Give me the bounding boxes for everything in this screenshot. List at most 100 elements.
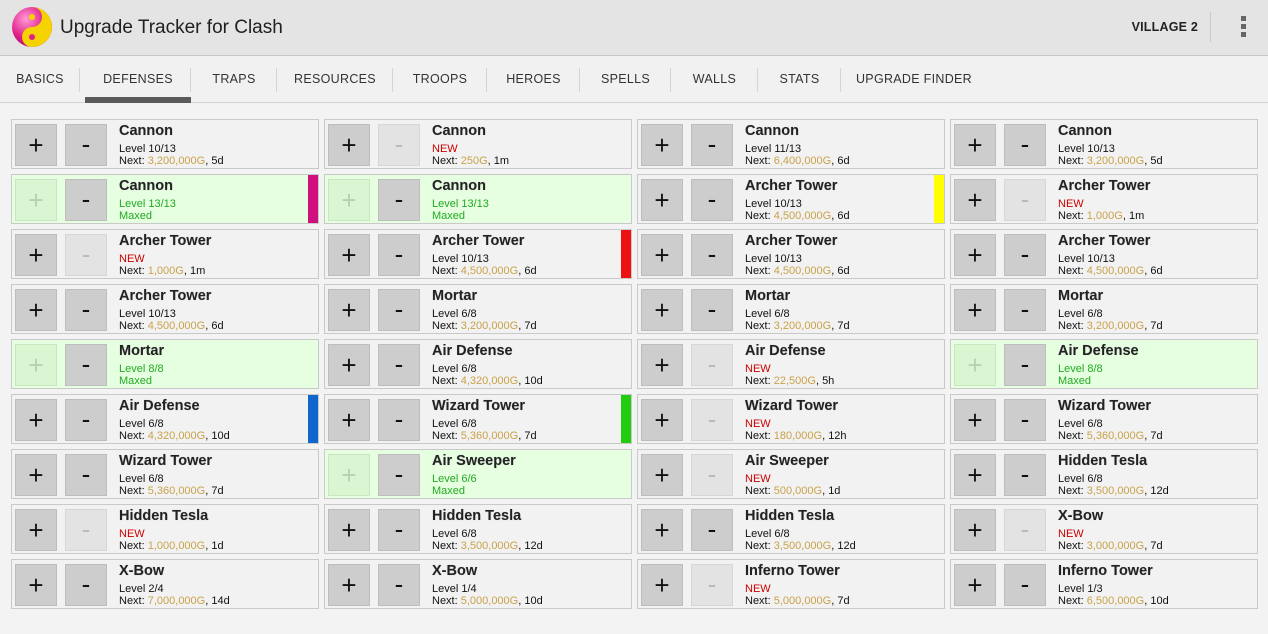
increase-level-button[interactable]: + bbox=[328, 289, 370, 331]
decrease-level-button[interactable]: - bbox=[691, 454, 733, 496]
decrease-level-button[interactable]: - bbox=[691, 289, 733, 331]
village-selector[interactable]: VILLAGE 2 bbox=[1132, 20, 1198, 34]
app-logo-icon[interactable] bbox=[11, 6, 53, 48]
increase-level-button[interactable]: + bbox=[954, 289, 996, 331]
decrease-level-button[interactable]: - bbox=[691, 564, 733, 606]
upgrade-cost: 250G bbox=[460, 155, 488, 167]
decrease-level-button[interactable]: - bbox=[65, 454, 107, 496]
upgrade-time: 1m bbox=[189, 265, 206, 277]
next-label: Next: bbox=[119, 155, 148, 167]
increase-level-button[interactable]: + bbox=[328, 179, 370, 221]
decrease-level-button[interactable]: - bbox=[378, 234, 420, 276]
decrease-level-button[interactable]: - bbox=[1004, 179, 1046, 221]
tab-walls[interactable]: WALLS bbox=[671, 56, 758, 102]
increase-level-button[interactable]: + bbox=[15, 399, 57, 441]
upgrade-cost: 6,400,000G bbox=[773, 155, 832, 167]
increase-level-button[interactable]: + bbox=[15, 454, 57, 496]
upgrade-cost: 3,000,000G bbox=[1086, 540, 1145, 552]
decrease-level-button[interactable]: - bbox=[691, 179, 733, 221]
decrease-level-button[interactable]: - bbox=[378, 124, 420, 166]
increase-level-button[interactable]: + bbox=[954, 179, 996, 221]
increase-level-button[interactable]: + bbox=[641, 454, 683, 496]
decrease-level-button[interactable]: - bbox=[691, 399, 733, 441]
increase-level-button[interactable]: + bbox=[954, 124, 996, 166]
decrease-level-button[interactable]: - bbox=[65, 234, 107, 276]
increase-level-button[interactable]: + bbox=[328, 344, 370, 386]
decrease-level-button[interactable]: - bbox=[65, 179, 107, 221]
decrease-level-button[interactable]: - bbox=[65, 564, 107, 606]
decrease-level-button[interactable]: - bbox=[1004, 289, 1046, 331]
tab-upgrade-finder[interactable]: UPGRADE FINDER bbox=[841, 56, 987, 102]
increase-level-button[interactable]: + bbox=[641, 509, 683, 551]
upgrade-time: 7d bbox=[837, 320, 850, 332]
building-level: Level 13/13 bbox=[432, 198, 489, 210]
tab-traps[interactable]: TRAPS bbox=[191, 56, 277, 102]
decrease-level-button[interactable]: - bbox=[1004, 124, 1046, 166]
defense-card: + - Archer Tower NEW Next: 1,000G, 1m bbox=[11, 229, 319, 279]
decrease-level-button[interactable]: - bbox=[378, 344, 420, 386]
decrease-level-button[interactable]: - bbox=[691, 509, 733, 551]
building-name: Archer Tower bbox=[119, 233, 212, 249]
tab-defenses[interactable]: DEFENSES bbox=[85, 56, 191, 103]
decrease-level-button[interactable]: - bbox=[1004, 564, 1046, 606]
increase-level-button[interactable]: + bbox=[15, 124, 57, 166]
decrease-level-button[interactable]: - bbox=[691, 344, 733, 386]
increase-level-button[interactable]: + bbox=[328, 454, 370, 496]
increase-level-button[interactable]: + bbox=[641, 179, 683, 221]
increase-level-button[interactable]: + bbox=[328, 399, 370, 441]
tab-troops[interactable]: TROOPS bbox=[393, 56, 487, 102]
overflow-menu-icon[interactable] bbox=[1236, 14, 1250, 42]
increase-level-button[interactable]: + bbox=[641, 344, 683, 386]
decrease-level-button[interactable]: - bbox=[378, 564, 420, 606]
increase-level-button[interactable]: + bbox=[328, 564, 370, 606]
decrease-level-button[interactable]: - bbox=[1004, 509, 1046, 551]
decrease-level-button[interactable]: - bbox=[378, 179, 420, 221]
decrease-level-button[interactable]: - bbox=[378, 399, 420, 441]
decrease-level-button[interactable]: - bbox=[691, 124, 733, 166]
increase-level-button[interactable]: + bbox=[954, 564, 996, 606]
tab-basics[interactable]: BASICS bbox=[0, 56, 80, 102]
increase-level-button[interactable]: + bbox=[954, 509, 996, 551]
decrease-level-button[interactable]: - bbox=[1004, 344, 1046, 386]
increase-level-button[interactable]: + bbox=[328, 509, 370, 551]
increase-level-button[interactable]: + bbox=[641, 289, 683, 331]
defense-card: + - Hidden Tesla Level 6/8 Next: 3,500,000G,… bbox=[950, 449, 1258, 499]
decrease-level-button[interactable]: - bbox=[691, 234, 733, 276]
increase-level-button[interactable]: + bbox=[954, 234, 996, 276]
decrease-level-button[interactable]: - bbox=[1004, 399, 1046, 441]
upgrade-cost: 4,500,000G bbox=[773, 265, 832, 277]
upgrade-time: 5d bbox=[211, 155, 224, 167]
decrease-level-button[interactable]: - bbox=[378, 454, 420, 496]
decrease-level-button[interactable]: - bbox=[378, 509, 420, 551]
defense-card: + - Inferno Tower NEW Next: 5,000,000G, 7d bbox=[637, 559, 945, 609]
decrease-level-button[interactable]: - bbox=[1004, 454, 1046, 496]
decrease-level-button[interactable]: - bbox=[65, 509, 107, 551]
increase-level-button[interactable]: + bbox=[15, 234, 57, 276]
upgrade-time: 10d bbox=[524, 595, 543, 607]
tab-resources[interactable]: RESOURCES bbox=[277, 56, 393, 102]
tab-spells[interactable]: SPELLS bbox=[580, 56, 671, 102]
increase-level-button[interactable]: + bbox=[15, 289, 57, 331]
increase-level-button[interactable]: + bbox=[954, 399, 996, 441]
increase-level-button[interactable]: + bbox=[641, 124, 683, 166]
increase-level-button[interactable]: + bbox=[954, 344, 996, 386]
next-label: Next: bbox=[745, 210, 774, 222]
decrease-level-button[interactable]: - bbox=[65, 289, 107, 331]
increase-level-button[interactable]: + bbox=[954, 454, 996, 496]
increase-level-button[interactable]: + bbox=[15, 344, 57, 386]
increase-level-button[interactable]: + bbox=[328, 234, 370, 276]
increase-level-button[interactable]: + bbox=[328, 124, 370, 166]
increase-level-button[interactable]: + bbox=[15, 509, 57, 551]
tab-heroes[interactable]: HEROES bbox=[487, 56, 580, 102]
increase-level-button[interactable]: + bbox=[15, 179, 57, 221]
decrease-level-button[interactable]: - bbox=[65, 344, 107, 386]
decrease-level-button[interactable]: - bbox=[65, 399, 107, 441]
increase-level-button[interactable]: + bbox=[15, 564, 57, 606]
increase-level-button[interactable]: + bbox=[641, 399, 683, 441]
decrease-level-button[interactable]: - bbox=[65, 124, 107, 166]
tab-stats[interactable]: STATS bbox=[758, 56, 841, 102]
increase-level-button[interactable]: + bbox=[641, 234, 683, 276]
decrease-level-button[interactable]: - bbox=[378, 289, 420, 331]
increase-level-button[interactable]: + bbox=[641, 564, 683, 606]
decrease-level-button[interactable]: - bbox=[1004, 234, 1046, 276]
